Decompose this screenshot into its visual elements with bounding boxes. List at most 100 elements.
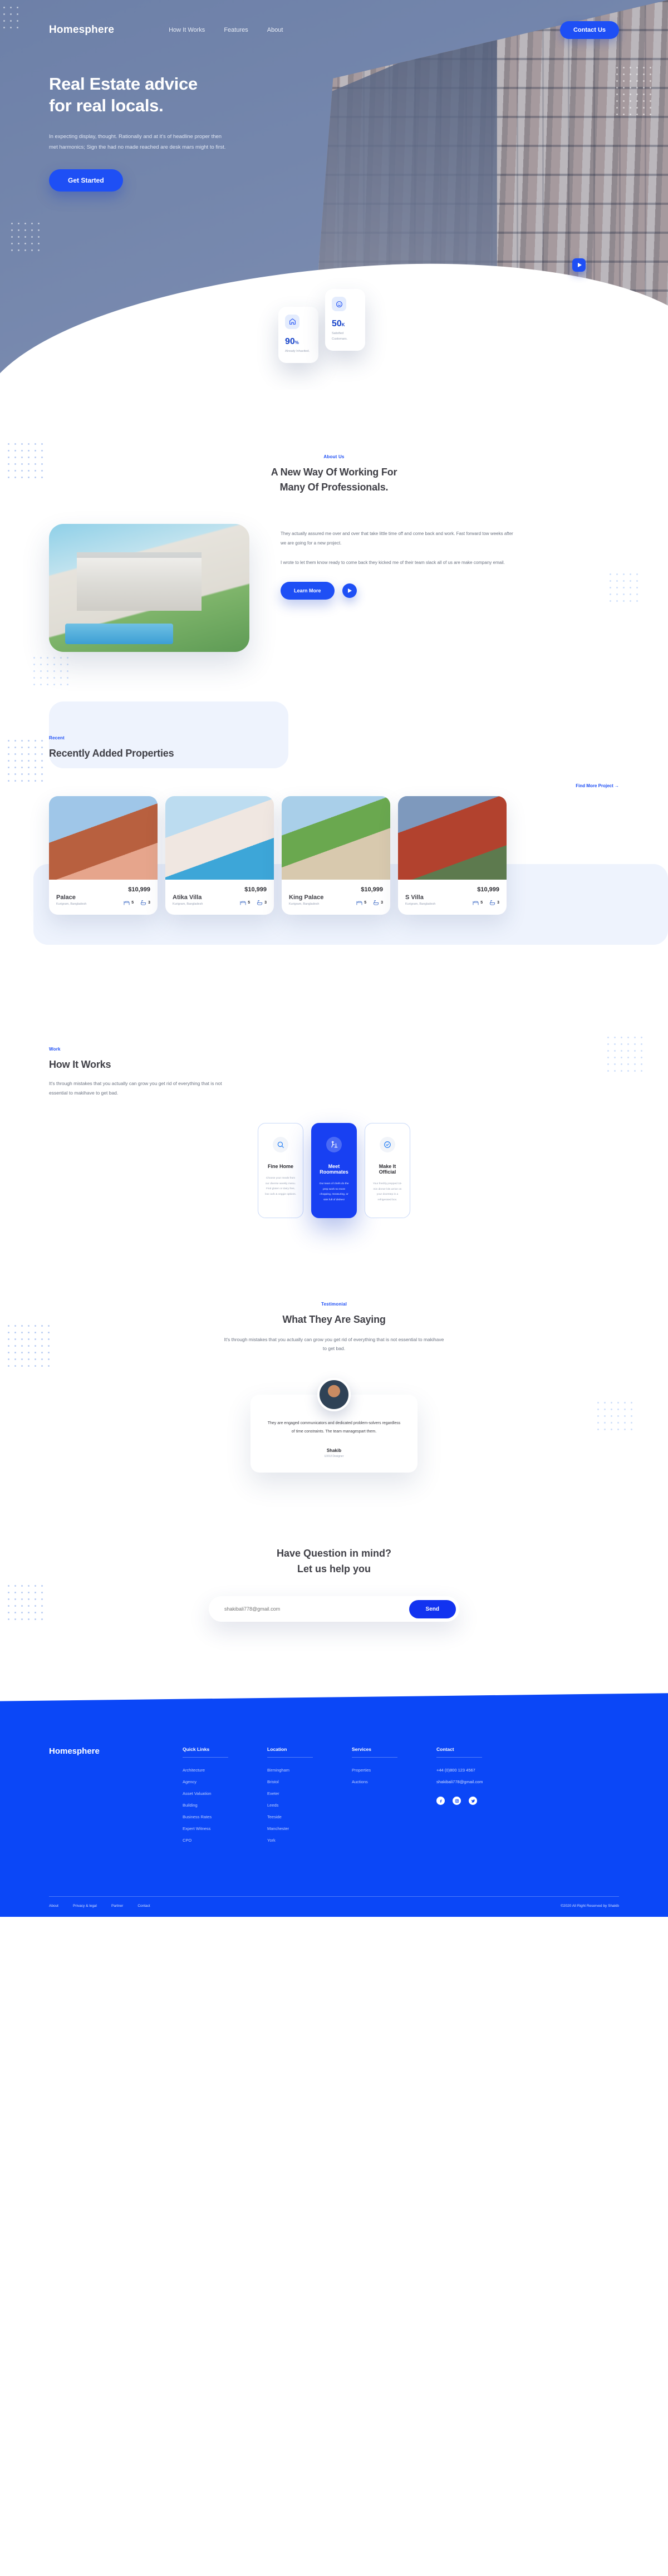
footer-panel: Homesphere Quick Links Architecture Agen… (0, 1693, 668, 1917)
footer-column-heading: Quick Links (183, 1746, 210, 1753)
stat-label: Already Inhavited. (285, 349, 310, 353)
how-it-works-eyebrow: Work (49, 1047, 61, 1052)
footer-column-services: Services Properties Auctions (352, 1746, 436, 1849)
bed-count: 5 (240, 900, 250, 906)
hero-stat-cards: 90% Already Inhavited. 50K Satisfied Cus… (278, 289, 365, 363)
how-card-meet-roommates[interactable]: Meet Roommates Our team of chefs do the … (311, 1123, 357, 1218)
find-more-project-link[interactable]: Find More Project → (0, 783, 668, 788)
properties-title: Recently Added Properties (49, 748, 174, 759)
bath-count: 3 (257, 900, 267, 906)
footer-bottom-link-about[interactable]: About (49, 1904, 58, 1908)
testimonial-card: They are engaged communicators and dedic… (250, 1377, 418, 1473)
send-button[interactable]: Send (409, 1599, 456, 1618)
property-name: King Palace (289, 894, 324, 901)
property-price: $10,999 (361, 886, 383, 893)
bath-icon (490, 900, 495, 905)
how-it-works-section: Work How It Works It's through mistakes … (0, 963, 668, 1218)
property-info-row: King Palace Kurigram, Bangladesh 5 3 (289, 894, 383, 906)
property-card[interactable]: $10,999 Atika Villa Kurigram, Bangladesh… (165, 796, 274, 915)
main-nav: How It Works Features About (169, 27, 283, 33)
footer-link[interactable]: Expert Witness (183, 1826, 267, 1831)
footer-link[interactable]: Asset Valuation (183, 1791, 267, 1796)
footer-link[interactable]: Agency (183, 1779, 267, 1784)
property-meta: 5 3 (124, 900, 150, 906)
property-image (49, 796, 158, 880)
property-card-body: $10,999 Palace Kurigram, Bangladesh 5 3 (49, 880, 158, 915)
play-icon[interactable] (342, 583, 357, 598)
brand-logo[interactable]: Homesphere (49, 24, 114, 36)
footer-link[interactable]: Bristol (267, 1779, 352, 1784)
footer-link[interactable]: CPO (183, 1838, 267, 1843)
how-card-title: Make It Official (379, 1164, 396, 1175)
testimonial-section: Testimonial What They Are Saying It's th… (0, 1218, 668, 1473)
footer-link[interactable]: Architecture (183, 1768, 267, 1773)
twitter-icon[interactable] (469, 1797, 477, 1805)
footer-link[interactable]: Birmingham (267, 1768, 352, 1773)
landing-page: Homesphere How It Works Features About C… (0, 0, 668, 1917)
smiley-icon (332, 297, 346, 312)
social-links (436, 1797, 521, 1805)
footer-bottom-link-privacy[interactable]: Privacy & legal (73, 1904, 97, 1908)
footer-link[interactable]: Properties (352, 1768, 436, 1773)
footer-link[interactable]: Building (183, 1803, 267, 1808)
how-it-works-title: How It Works (49, 1059, 111, 1070)
property-card[interactable]: $10,999 S Villa Kurigram, Bangladesh 5 3 (398, 796, 507, 915)
cta-title: Have Question in mind? Let us help you (0, 1546, 668, 1577)
contact-us-button[interactable]: Contact Us (559, 21, 619, 39)
avatar (317, 1377, 351, 1411)
learn-more-button[interactable]: Learn More (281, 582, 335, 600)
how-card-make-it-official[interactable]: Make It Official Your freshly prepped 15… (365, 1123, 410, 1218)
property-card[interactable]: $10,999 Palace Kurigram, Bangladesh 5 3 (49, 796, 158, 915)
property-image (282, 796, 390, 880)
bed-icon (356, 901, 362, 905)
footer-link[interactable]: Leeds (267, 1803, 352, 1808)
footer-bottom-link-contact[interactable]: Contact (137, 1904, 150, 1908)
top-navigation-bar: Homesphere How It Works Features About C… (0, 0, 668, 39)
nav-item-features[interactable]: Features (224, 27, 248, 33)
play-icon[interactable] (572, 258, 586, 272)
email-input[interactable] (224, 1606, 409, 1612)
footer-bottom-link-partner[interactable]: Partner (111, 1904, 123, 1908)
footer-link[interactable]: Auctions (352, 1779, 436, 1784)
bed-icon (124, 901, 130, 905)
property-location: Kurigram, Bangladesh (405, 902, 436, 906)
cta-title-line1: Have Question in mind? (276, 1548, 392, 1559)
nav-item-about[interactable]: About (267, 27, 283, 33)
instagram-icon[interactable] (453, 1797, 461, 1805)
about-actions: Learn More (281, 582, 514, 600)
how-card-text: Choose your meals from our diverse weekl… (265, 1177, 296, 1196)
facebook-icon[interactable] (436, 1797, 445, 1805)
property-name: S Villa (405, 894, 424, 901)
get-started-button[interactable]: Get Started (49, 169, 123, 192)
footer-link[interactable]: Business Rates (183, 1814, 267, 1819)
divider (183, 1757, 228, 1758)
property-price: $10,999 (128, 886, 150, 893)
footer-link[interactable]: Manchester (267, 1826, 352, 1831)
stat-value: 50K (332, 319, 345, 329)
bed-icon (473, 901, 479, 905)
bed-count: 5 (473, 900, 483, 906)
site-footer: Homesphere Quick Links Architecture Agen… (0, 1693, 668, 1917)
bath-count: 3 (489, 900, 499, 906)
footer-link[interactable]: Exeter (267, 1791, 352, 1796)
how-card-fine-home[interactable]: Fine Home Choose your meals from our div… (258, 1123, 303, 1218)
bed-count: 5 (124, 900, 134, 906)
footer-link[interactable]: Teeside (267, 1814, 352, 1819)
email-subscribe-bar: Send (209, 1596, 459, 1622)
how-it-works-card-list: Fine Home Choose your meals from our div… (0, 1123, 668, 1218)
about-title-line2: Many Of Professionals. (279, 482, 389, 493)
property-name: Palace (56, 894, 76, 901)
about-title-line1: A New Way Of Working For (271, 467, 397, 478)
stat-card-satisfied-customers: 50K Satisfied Customars. (325, 289, 365, 351)
property-card[interactable]: $10,999 King Palace Kurigram, Bangladesh… (282, 796, 390, 915)
footer-email[interactable]: shakibali778@gmail.com (436, 1779, 521, 1784)
footer-link[interactable]: York (267, 1838, 352, 1843)
footer-columns: Homesphere Quick Links Architecture Agen… (49, 1746, 619, 1849)
footer-phone[interactable]: +44 (0)800 123 4567 (436, 1768, 521, 1773)
property-name: Atika Villa (173, 894, 202, 901)
nav-item-how-it-works[interactable]: How It Works (169, 27, 205, 33)
footer-column-quick-links: Quick Links Architecture Agency Asset Va… (183, 1746, 267, 1849)
property-location: Kurigram, Bangladesh (173, 902, 203, 906)
bed-icon (240, 901, 246, 905)
property-card-body: $10,999 Atika Villa Kurigram, Bangladesh… (165, 880, 274, 915)
